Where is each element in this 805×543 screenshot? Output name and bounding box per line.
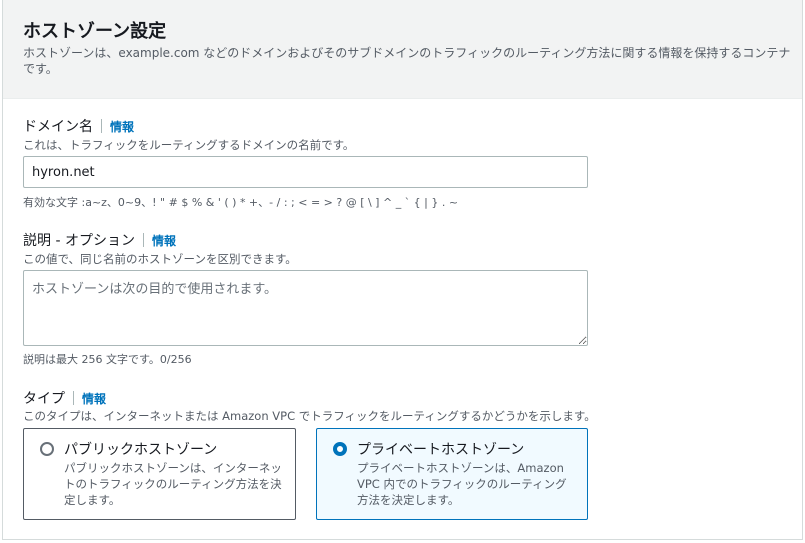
panel-title: ホストゾーン設定: [23, 21, 167, 42]
type-label: タイプ: [23, 391, 65, 407]
description-info-link[interactable]: 情報: [152, 232, 176, 249]
description-label: 説明 - オプション: [23, 233, 135, 249]
type-label-row: タイプ 情報: [23, 388, 106, 408]
public-radio-button[interactable]: [40, 442, 54, 456]
domain-label: ドメイン名: [23, 119, 93, 135]
hosted-zone-settings-panel: ホストゾーン設定 ホストゾーンは、example.com などのドメインおよびそ…: [2, 0, 803, 540]
private-option-description: プライベートホストゾーンは、Amazon VPC 内でのトラフィックのルーティン…: [357, 461, 567, 507]
description-char-count: 説明は最大 256 文字です。0/256: [23, 353, 192, 366]
domain-info-link[interactable]: 情報: [110, 118, 134, 135]
public-option-description: パブリックホストゾーンは、インターネットのトラフィックのルーティング方法を決定し…: [64, 461, 282, 507]
domain-name-input[interactable]: [23, 156, 588, 188]
private-option-title: プライベートホストゾーン: [357, 442, 525, 458]
description-help-text: この値で、同じ名前のホストゾーンを区別できます。: [23, 252, 297, 266]
panel-header: ホストゾーン設定 ホストゾーンは、example.com などのドメインおよびそ…: [3, 0, 802, 99]
type-description: このタイプは、インターネットまたは Amazon VPC でトラフィックをルーテ…: [23, 409, 596, 423]
description-label-row: 説明 - オプション 情報: [23, 230, 176, 250]
private-radio-button[interactable]: [333, 442, 347, 456]
divider: [142, 233, 144, 247]
type-info-link[interactable]: 情報: [82, 390, 106, 407]
divider: [101, 119, 102, 133]
public-option-title: パブリックホストゾーン: [64, 442, 218, 458]
divider: [73, 391, 74, 405]
domain-valid-chars-hint: 有効な文字 :a~z、0~9、! " # $ % & ' ( ) * +、- /…: [23, 196, 459, 209]
private-hosted-zone-option[interactable]: プライベートホストゾーン プライベートホストゾーンは、Amazon VPC 内で…: [316, 428, 588, 520]
domain-label-row: ドメイン名 情報: [23, 116, 134, 136]
description-textarea[interactable]: [23, 270, 588, 346]
panel-description: ホストゾーンは、example.com などのドメインおよびそのサブドメインのト…: [23, 46, 791, 76]
domain-description: これは、トラフィックをルーティングするドメインの名前です。: [23, 138, 355, 152]
public-hosted-zone-option[interactable]: パブリックホストゾーン パブリックホストゾーンは、インターネットのトラフィックの…: [23, 428, 296, 520]
